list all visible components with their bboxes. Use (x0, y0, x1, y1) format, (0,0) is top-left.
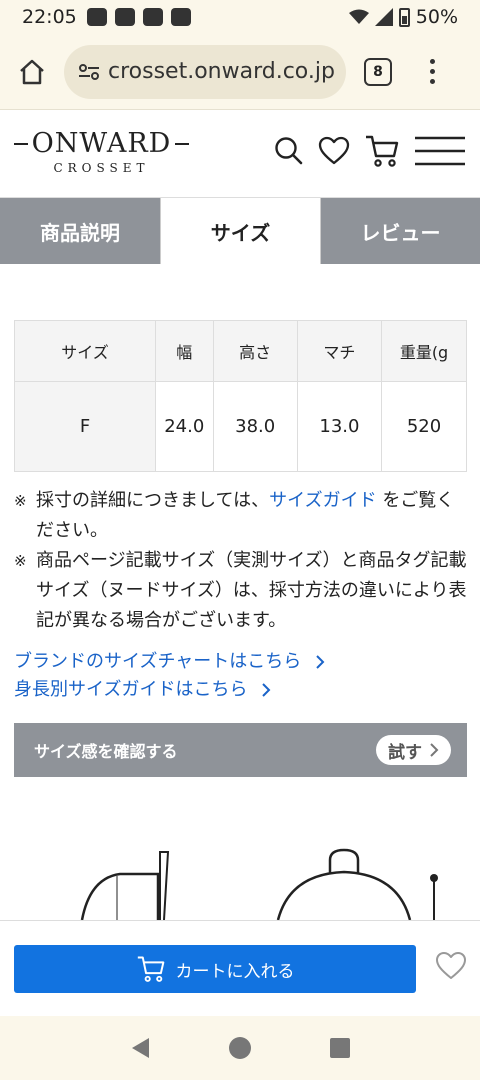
recents-icon[interactable] (329, 1037, 351, 1059)
table-header-height: 高さ (212, 320, 298, 382)
table-header-row: サイズ 幅 高さ マチ 重量(g (14, 320, 467, 382)
header-icons (274, 134, 466, 168)
bag-illustration (80, 848, 438, 920)
try-button-label: 試す (388, 742, 422, 763)
add-to-cart-label: カートに入れる (175, 961, 295, 982)
brand-size-chart-label: ブランドのサイズチャートはこちら (14, 651, 302, 672)
note-item: ※ 採寸の詳細につきましては、サイズガイド をご覧ください。 (14, 486, 472, 546)
tab-review[interactable]: レビュー (321, 198, 480, 264)
table-header-gusset: マチ (296, 320, 383, 382)
site-logo[interactable]: ONWARD CROSSET (14, 128, 189, 175)
size-table-scroll[interactable]: サイズ 幅 高さ マチ 重量(g F 24.0 38.0 13.0 520 (14, 320, 467, 472)
note-mark: ※ (14, 552, 27, 570)
table-cell-size: F (14, 381, 156, 472)
search-icon[interactable] (274, 136, 304, 166)
browser-toolbar: crosset.onward.co.jp 8 (0, 34, 480, 110)
size-illustration (0, 840, 480, 920)
hamburger-menu-icon[interactable] (414, 135, 466, 167)
home-button[interactable] (0, 34, 64, 110)
status-time: 22:05 (22, 6, 77, 28)
table-cell-weight: 520 (381, 381, 467, 472)
chevron-right-icon (316, 655, 325, 669)
cart-bar: カートに入れる (0, 920, 480, 1016)
note-text: 採寸の詳細につきましては、サイズガイド をご覧ください。 (36, 486, 472, 546)
note-item: ※ 商品ページ記載サイズ（実測サイズ）と商品タグ記載サイズ（ヌードサイズ）は、採… (14, 546, 472, 636)
table-header-size: サイズ (14, 320, 156, 382)
table-cell-height: 38.0 (212, 381, 298, 472)
more-icon (430, 59, 435, 64)
size-table: サイズ 幅 高さ マチ 重量(g F 24.0 38.0 13.0 520 (14, 320, 467, 472)
notification-icon (114, 8, 135, 26)
back-icon[interactable] (129, 1036, 151, 1060)
height-size-guide-link[interactable]: 身長別サイズガイドはこちら (14, 676, 325, 704)
status-bar: 22:05 50% (0, 0, 480, 34)
notification-icon (170, 8, 191, 26)
wifi-icon (348, 9, 369, 24)
home-circle-icon[interactable] (228, 1036, 252, 1060)
try-button[interactable]: 試す (376, 735, 451, 765)
table-cell-width: 24.0 (154, 381, 214, 472)
table-cell-gusset: 13.0 (296, 381, 383, 472)
note-text-part: 採寸の詳細につきましては、 (36, 490, 270, 511)
home-icon (20, 59, 44, 84)
tab-description[interactable]: 商品説明 (0, 198, 160, 264)
battery-percent: 50% (415, 6, 458, 28)
tab-size[interactable]: サイズ (160, 198, 321, 264)
site-settings-icon (79, 63, 99, 80)
size-feel-label: サイズ感を確認する (34, 742, 178, 761)
table-header-width: 幅 (154, 320, 214, 382)
url-text: crosset.onward.co.jp (108, 59, 335, 84)
url-bar[interactable]: crosset.onward.co.jp (64, 44, 346, 99)
chevron-right-icon (430, 743, 439, 757)
size-links: ブランドのサイズチャートはこちら 身長別サイズガイドはこちら (14, 648, 325, 704)
favorite-icon[interactable] (318, 136, 350, 166)
size-guide-link[interactable]: サイズガイド (269, 490, 376, 511)
table-row: F 24.0 38.0 13.0 520 (14, 381, 467, 472)
favorite-button[interactable] (434, 951, 468, 985)
logo-sub-text: CROSSET (53, 161, 150, 175)
note-text: 商品ページ記載サイズ（実測サイズ）と商品タグ記載サイズ（ヌードサイズ）は、採寸方… (36, 550, 467, 631)
site-header: ONWARD CROSSET (0, 110, 480, 198)
signal-icon (374, 8, 393, 26)
chevron-right-icon (262, 683, 271, 697)
heart-icon (436, 952, 466, 979)
system-nav-bar (0, 1016, 480, 1080)
browser-menu-button[interactable] (430, 59, 435, 84)
size-notes: ※ 採寸の詳細につきましては、サイズガイド をご覧ください。 ※ 商品ページ記載… (14, 486, 472, 636)
height-size-guide-label: 身長別サイズガイドはこちら (14, 679, 248, 700)
table-header-weight: 重量(g (381, 320, 467, 382)
youtube-icon (142, 8, 163, 26)
logo-main-text: ONWARD (14, 128, 189, 159)
status-right: 50% (348, 6, 458, 28)
add-to-cart-button[interactable]: カートに入れる (14, 945, 416, 993)
brand-size-chart-link[interactable]: ブランドのサイズチャートはこちら (14, 648, 325, 676)
size-feel-banner[interactable]: サイズ感を確認する 試す (14, 723, 467, 777)
battery-icon (398, 7, 410, 27)
product-tabs: 商品説明 サイズ レビュー (0, 198, 480, 264)
cart-icon (137, 956, 164, 982)
cart-icon[interactable] (364, 134, 400, 168)
notification-icon (86, 8, 107, 26)
tab-switcher-button[interactable]: 8 (364, 57, 392, 86)
note-mark: ※ (14, 492, 27, 510)
